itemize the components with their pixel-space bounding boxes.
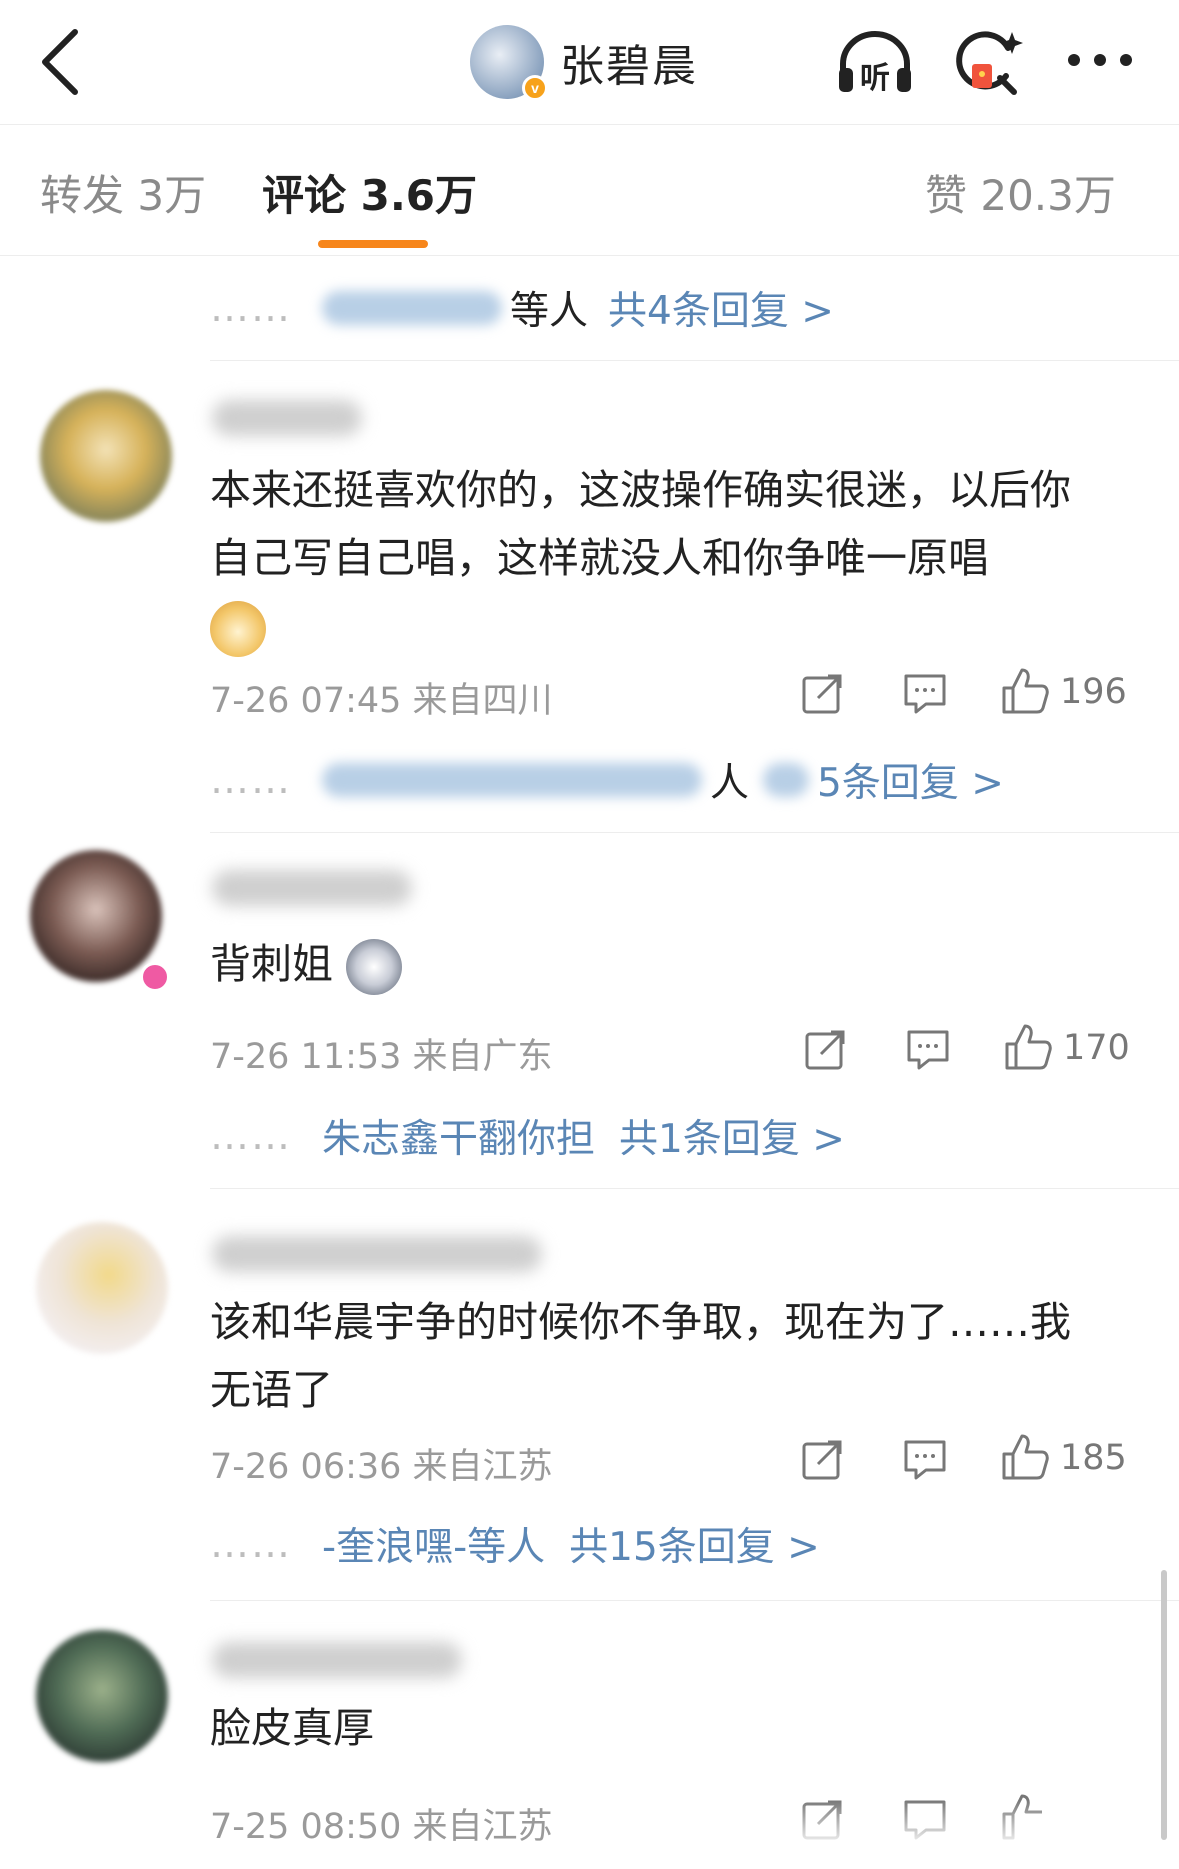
comment-meta: 7-26 07:45 来自四川 [210, 681, 553, 721]
blurred-username [322, 291, 502, 325]
active-tab-indicator [318, 240, 428, 248]
like-count: 196 [1060, 672, 1127, 712]
comment-text: 脸皮真厚 [210, 1704, 374, 1752]
profile-header[interactable]: v 张碧晨 [470, 22, 698, 102]
blurred-username [322, 763, 702, 797]
like-icon[interactable] [1003, 1022, 1053, 1072]
top-bar: v 张碧晨 听 [0, 0, 1179, 125]
comment-meta: 7-26 06:36 来自江苏 [210, 1447, 553, 1487]
husky-emoji-icon [346, 939, 403, 995]
divider [210, 1600, 1179, 1601]
repost-icon[interactable] [803, 1026, 849, 1072]
listen-icon[interactable]: 听 [835, 28, 915, 98]
avatar[interactable] [36, 1630, 168, 1762]
blurred-username[interactable] [212, 400, 362, 436]
tab-comments[interactable]: 评论 3.6万 [262, 162, 477, 223]
doge-emoji-icon [210, 601, 266, 657]
back-arrow-icon[interactable] [30, 22, 90, 102]
repost-icon[interactable] [800, 670, 846, 716]
blurred-username[interactable] [212, 1236, 542, 1272]
like-icon[interactable] [1000, 1432, 1050, 1482]
listen-label: 听 [860, 61, 890, 96]
comment-text: 该和华晨宇争的时候你不争取，现在为了……我无语了 [210, 1298, 1071, 1414]
reply-thread-link[interactable]: …… -奎浪嘿-等人 共15条回复 > [210, 1516, 820, 1572]
reply-thread-link[interactable]: …… 等人 共4条回复 > [210, 280, 834, 336]
comment-text: 本来还挺喜欢你的，这波操作确实很迷，以后你自己写自己唱，这样就没人和你争唯一原唱 [210, 456, 1110, 660]
tab-likes[interactable]: 赞 20.3万 [925, 162, 1116, 223]
avatar[interactable] [36, 1222, 168, 1354]
search-red-packet-icon[interactable] [948, 28, 1028, 98]
comment-icon[interactable] [902, 670, 948, 716]
like-count: 185 [1060, 1438, 1127, 1478]
tab-bar: 转发 3万 评论 3.6万 赞 20.3万 [0, 126, 1179, 256]
comment-text: 背刺姐 [210, 930, 1110, 998]
reply-username[interactable]: -奎浪嘿-等人 [322, 1516, 545, 1572]
reply-thread-link[interactable]: …… 朱志鑫干翻你担 共1条回复 > [210, 1108, 845, 1164]
repost-icon[interactable] [800, 1436, 846, 1482]
divider [210, 360, 1179, 361]
bottom-fade [780, 1800, 1160, 1869]
tab-reposts[interactable]: 转发 3万 [40, 162, 206, 223]
comment-meta: 7-25 08:50 来自江苏 [210, 1807, 553, 1847]
more-icon[interactable] [1060, 28, 1140, 98]
blurred-username[interactable] [212, 870, 412, 906]
divider [210, 1188, 1179, 1189]
member-badge-icon [140, 962, 170, 992]
like-icon[interactable] [1000, 666, 1050, 716]
avatar[interactable] [40, 390, 172, 522]
scrollbar[interactable] [1161, 1570, 1167, 1840]
page-title: 张碧晨 [560, 41, 698, 92]
reply-thread-link[interactable]: …… 人 5条回复 > [210, 752, 1004, 808]
avatar[interactable]: v [470, 25, 548, 101]
reply-username[interactable]: 朱志鑫干翻你担 [322, 1108, 595, 1164]
avatar[interactable] [30, 850, 162, 982]
divider [210, 832, 1179, 833]
comment-icon[interactable] [905, 1026, 951, 1072]
comment-meta: 7-26 11:53 来自广东 [210, 1037, 553, 1077]
blurred-username[interactable] [212, 1642, 462, 1678]
comment-icon[interactable] [902, 1436, 948, 1482]
blurred-text [763, 763, 810, 797]
like-count: 170 [1063, 1028, 1130, 1068]
verified-badge: v [522, 75, 548, 101]
